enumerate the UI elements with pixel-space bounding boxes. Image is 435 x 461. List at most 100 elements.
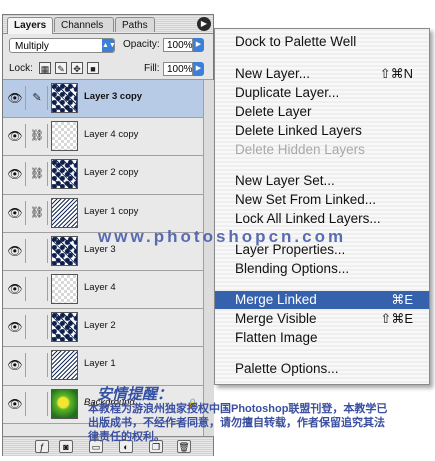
layer-row[interactable]: 👁 Layer 1 bbox=[3, 347, 203, 386]
layers-palette-menu: Dock to Palette Well New Layer... ⇧⌘N Dup… bbox=[214, 28, 430, 385]
layer-thumbnail bbox=[51, 273, 78, 304]
chain-link-icon[interactable]: ⛓ bbox=[27, 162, 48, 187]
menu-item-merge-visible[interactable]: Merge Visible ⇧⌘E bbox=[215, 310, 429, 328]
menu-item-shortcut: ⇧⌘E bbox=[380, 311, 413, 326]
menu-item-label: Lock All Linked Layers... bbox=[235, 211, 381, 226]
lock-all-padlock-icon[interactable]: ■ bbox=[87, 62, 99, 74]
menu-item-label: Delete Layer bbox=[235, 104, 312, 119]
link-slot[interactable] bbox=[27, 315, 48, 340]
menu-item-label: Merge Linked bbox=[235, 292, 317, 307]
menu-item-blending-options[interactable]: Blending Options... bbox=[215, 260, 429, 278]
opacity-slider-arrow-icon[interactable]: ▶ bbox=[193, 38, 204, 52]
layer-thumbnail bbox=[51, 235, 78, 266]
layer-name: Layer 4 copy bbox=[84, 129, 139, 141]
blend-mode-select[interactable]: Multiply ▲▼ bbox=[9, 38, 116, 53]
menu-item-label: Delete Linked Layers bbox=[235, 123, 362, 138]
layer-thumbnail bbox=[51, 197, 78, 228]
layer-thumbnail bbox=[51, 159, 78, 190]
visibility-eye-icon[interactable]: 👁 bbox=[5, 200, 26, 225]
blend-row: Multiply ▲▼ Opacity: 100% ▶ bbox=[3, 34, 213, 58]
tab-paths[interactable]: Paths bbox=[115, 17, 155, 32]
layer-list: 👁 ✎ Layer 3 copy 👁 ⛓ Layer 4 copy 👁 ⛓ La… bbox=[3, 80, 203, 424]
menu-item-lock-all-linked-layers[interactable]: Lock All Linked Layers... bbox=[215, 210, 429, 228]
menu-item-label: New Layer Set... bbox=[235, 173, 335, 188]
dropdown-arrow-icon: ▲▼ bbox=[102, 39, 116, 52]
menu-item-duplicate-layer[interactable]: Duplicate Layer... bbox=[215, 84, 429, 102]
visibility-eye-icon[interactable]: 👁 bbox=[5, 162, 26, 187]
fill-slider-arrow-icon[interactable]: ▶ bbox=[193, 62, 204, 76]
tab-layers[interactable]: Layers bbox=[7, 17, 53, 34]
lock-label: Lock: bbox=[9, 63, 33, 74]
menu-item-label: Merge Visible bbox=[235, 311, 317, 326]
menu-item-shortcut: ⌘E bbox=[391, 292, 413, 307]
menu-item-label: Delete Hidden Layers bbox=[235, 142, 365, 157]
brush-icon[interactable]: ✎ bbox=[27, 86, 48, 110]
fill-label: Fill: bbox=[144, 63, 160, 74]
watermark-url: www.photoshopcn.com bbox=[98, 227, 347, 246]
visibility-eye-icon[interactable]: 👁 bbox=[5, 124, 26, 149]
layer-style-icon[interactable]: ƒ bbox=[35, 440, 49, 453]
fill-field[interactable]: 100% bbox=[163, 62, 193, 76]
layer-list-scrollbar[interactable] bbox=[203, 80, 214, 436]
tab-channels[interactable]: Channels bbox=[54, 17, 114, 32]
layer-thumbnail bbox=[51, 350, 78, 381]
menu-item-palette-options[interactable]: Palette Options... bbox=[215, 360, 429, 378]
lock-row: Lock: ▦ ✎ ✥ ■ Fill: 100% ▶ bbox=[3, 59, 213, 80]
lock-position-move-icon[interactable]: ✥ bbox=[71, 62, 83, 74]
menu-item-delete-linked-layers[interactable]: Delete Linked Layers bbox=[215, 122, 429, 140]
layer-row[interactable]: 👁 ⛓ Layer 2 copy bbox=[3, 156, 203, 195]
visibility-eye-icon[interactable]: 👁 bbox=[5, 315, 26, 340]
menu-item-new-set-from-linked[interactable]: New Set From Linked... bbox=[215, 191, 429, 209]
layer-thumbnail bbox=[51, 121, 78, 152]
layer-name: Layer 2 bbox=[84, 320, 116, 332]
chain-link-icon[interactable]: ⛓ bbox=[27, 124, 48, 149]
menu-item-flatten-image[interactable]: Flatten Image bbox=[215, 329, 429, 347]
link-slot[interactable] bbox=[27, 276, 48, 301]
visibility-eye-icon[interactable]: 👁 bbox=[5, 238, 26, 263]
blend-mode-value: Multiply bbox=[15, 41, 49, 52]
layer-name: Layer 1 bbox=[84, 358, 116, 370]
menu-item-merge-linked[interactable]: Merge Linked ⌘E bbox=[215, 291, 429, 309]
layer-name: Layer 1 copy bbox=[84, 205, 139, 217]
link-slot[interactable] bbox=[27, 353, 48, 378]
menu-item-delete-hidden-layers: Delete Hidden Layers bbox=[215, 141, 429, 159]
opacity-field[interactable]: 100% bbox=[163, 38, 193, 52]
lock-paint-brush-icon[interactable]: ✎ bbox=[55, 62, 67, 74]
lock-transparency-icon[interactable]: ▦ bbox=[39, 62, 51, 74]
visibility-eye-icon[interactable]: 👁 bbox=[5, 391, 26, 416]
menu-item-shortcut: ⇧⌘N bbox=[379, 66, 413, 81]
layer-row[interactable]: 👁 ✎ Layer 3 copy bbox=[3, 80, 203, 119]
visibility-eye-icon[interactable]: 👁 bbox=[5, 86, 26, 110]
menu-item-label: New Layer... bbox=[235, 66, 311, 81]
menu-item-label: New Set From Linked... bbox=[235, 192, 377, 207]
menu-item-label: Palette Options... bbox=[235, 361, 339, 376]
menu-item-new-layer[interactable]: New Layer... ⇧⌘N bbox=[215, 65, 429, 83]
menu-item-label: Flatten Image bbox=[235, 330, 318, 345]
menu-item-label: Dock to Palette Well bbox=[235, 34, 357, 49]
layer-name: Layer 2 copy bbox=[84, 167, 139, 179]
visibility-eye-icon[interactable]: 👁 bbox=[5, 276, 26, 301]
chain-link-icon[interactable]: ⛓ bbox=[27, 200, 48, 225]
layer-thumbnail bbox=[51, 388, 78, 419]
menu-item-label: Blending Options... bbox=[235, 261, 350, 276]
layer-row[interactable]: 👁 Layer 4 bbox=[3, 270, 203, 310]
add-mask-icon[interactable]: ◙ bbox=[59, 440, 73, 453]
layer-name: Layer 4 bbox=[84, 281, 116, 293]
layer-name: Layer 3 copy bbox=[84, 91, 143, 102]
watermark-title: 安情提醒： bbox=[97, 386, 173, 403]
link-slot[interactable] bbox=[27, 391, 48, 416]
palette-menu-arrow-icon[interactable]: ▶ bbox=[197, 17, 211, 31]
menu-item-new-layer-set[interactable]: New Layer Set... bbox=[215, 172, 429, 190]
palette-tab-bar: Layers Channels Paths ▶ bbox=[3, 15, 213, 34]
watermark-notice: 本教程为游浪州独家授权中国Photoshop联盟刊登，本教学已出版成书，不经作者… bbox=[88, 403, 388, 443]
layer-row[interactable]: 👁 ⛓ Layer 4 copy bbox=[3, 118, 203, 157]
layer-row[interactable]: 👁 Layer 2 bbox=[3, 309, 203, 348]
menu-item-dock-to-palette-well[interactable]: Dock to Palette Well bbox=[215, 33, 429, 51]
layer-thumbnail bbox=[51, 83, 78, 113]
menu-item-label: Duplicate Layer... bbox=[235, 85, 340, 100]
opacity-label: Opacity: bbox=[123, 39, 160, 50]
menu-item-delete-layer[interactable]: Delete Layer bbox=[215, 103, 429, 121]
layer-thumbnail bbox=[51, 312, 78, 343]
visibility-eye-icon[interactable]: 👁 bbox=[5, 353, 26, 378]
link-slot[interactable] bbox=[27, 238, 48, 263]
